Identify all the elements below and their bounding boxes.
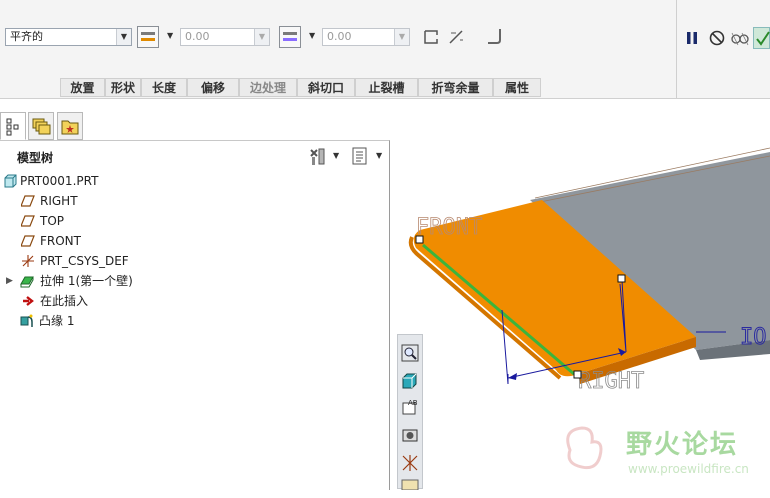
tab-bend-allowance[interactable]: 折弯余量 [418, 78, 493, 97]
tab-edge-treatment[interactable]: 边处理 [239, 78, 297, 97]
chevron-down-icon[interactable]: ▼ [254, 29, 269, 45]
settings-tools-icon[interactable] [307, 146, 327, 166]
layers-icon [32, 118, 51, 135]
chevron-down-icon[interactable]: ▼ [394, 29, 409, 45]
model-tree-title: 模型树 [17, 151, 54, 165]
csys-arrowhead [508, 373, 517, 380]
forum-watermark: 野火论坛 www.proewildfire.cn [560, 420, 770, 480]
tree-item-label: PRT_CSYS_DEF [40, 254, 129, 268]
offset-value-2: 0.00 [327, 30, 352, 43]
view-toolbar: AB [397, 334, 423, 491]
watermark-url: www.proewildfire.cn [628, 462, 749, 476]
stop-icon[interactable] [708, 29, 726, 47]
chevron-down-icon[interactable]: ▼ [333, 151, 339, 160]
pause-icon[interactable] [685, 30, 699, 46]
datum-plane-icon [21, 215, 35, 227]
offset-type-1-icon[interactable] [137, 26, 159, 48]
tree-item-label: 拉伸 1(第一个壁) [40, 274, 133, 288]
tree-item-label: TOP [40, 214, 65, 228]
chevron-down-icon[interactable]: ▼ [116, 29, 131, 45]
alignment-select[interactable]: 平齐的 ▼ [5, 28, 132, 46]
flip-side-icon[interactable] [423, 29, 439, 45]
feature-dashboard: 平齐的 ▼ ▼ 0.00 ▼ ▼ 0.00 ▼ 放置 形状 长度 偏移 边处理 … [0, 0, 770, 99]
navigator-tabs [0, 112, 86, 140]
toolbar-divider [676, 0, 677, 98]
offset-value-2-field[interactable]: 0.00 ▼ [322, 28, 410, 46]
front-plane-label: FRONT [416, 215, 482, 240]
tab-miter-cut[interactable]: 斜切口 [297, 78, 355, 97]
layers-tab[interactable] [28, 112, 54, 140]
csys-icon [22, 255, 34, 267]
chevron-down-icon[interactable]: ▼ [309, 31, 315, 40]
offset-value-1-field[interactable]: 0.00 ▼ [180, 28, 270, 46]
verify-icon[interactable] [753, 27, 770, 49]
named-view-icon[interactable]: AB [400, 397, 420, 417]
shaded-view-icon[interactable] [400, 371, 420, 391]
more-icon[interactable] [400, 478, 420, 498]
tab-length[interactable]: 长度 [141, 78, 187, 97]
top-plane-label-partial: IO [740, 325, 767, 350]
watermark-title: 野火论坛 [626, 430, 739, 460]
offset-type-2-icon[interactable] [279, 26, 301, 48]
datum-display-icon[interactable] [400, 453, 420, 473]
show-list-icon[interactable] [350, 146, 370, 166]
tab-offset[interactable]: 偏移 [187, 78, 239, 97]
render-icon[interactable] [400, 425, 420, 445]
tab-shape[interactable]: 形状 [105, 78, 141, 97]
right-plane-label: RIGHT [578, 369, 644, 394]
drag-handle [415, 235, 424, 244]
thickness-flip-icon[interactable] [448, 29, 464, 45]
tab-relief[interactable]: 止裂槽 [355, 78, 418, 97]
flange-icon [20, 314, 33, 327]
glasses-preview-icon[interactable] [730, 29, 750, 47]
zoom-icon[interactable] [400, 343, 420, 363]
offset-value-1: 0.00 [185, 30, 210, 43]
tree-item-label: 在此插入 [40, 294, 89, 308]
favorites-folder-icon [61, 120, 79, 135]
tree-item-label: 凸缘 1 [39, 314, 75, 328]
tab-properties[interactable]: 属性 [493, 78, 541, 97]
drag-handle [573, 370, 582, 379]
extrude-icon [20, 276, 34, 288]
chevron-down-icon[interactable]: ▼ [376, 151, 382, 160]
model-tree-icon [6, 118, 19, 136]
model-tree-header: 模型树 ▼ ▼ [0, 141, 389, 171]
tab-placement[interactable]: 放置 [60, 78, 105, 97]
bend-icon[interactable] [487, 28, 503, 46]
drag-handle [617, 274, 626, 283]
favorites-tab[interactable] [57, 112, 83, 140]
svg-text:AB: AB [408, 399, 418, 407]
part-icon [4, 174, 17, 188]
datum-plane-icon [21, 195, 35, 207]
insert-arrow-icon [23, 296, 34, 306]
chevron-down-icon[interactable]: ▼ [167, 31, 173, 40]
tree-item-label: FRONT [40, 234, 81, 248]
datum-plane-icon [21, 235, 35, 247]
expand-arrow-icon[interactable]: ▶ [6, 272, 13, 290]
alignment-select-value: 平齐的 [10, 30, 43, 43]
tree-item-label: RIGHT [40, 194, 78, 208]
model-tree-tab[interactable] [0, 112, 26, 140]
tree-item-label: PRT0001.PRT [20, 174, 99, 188]
